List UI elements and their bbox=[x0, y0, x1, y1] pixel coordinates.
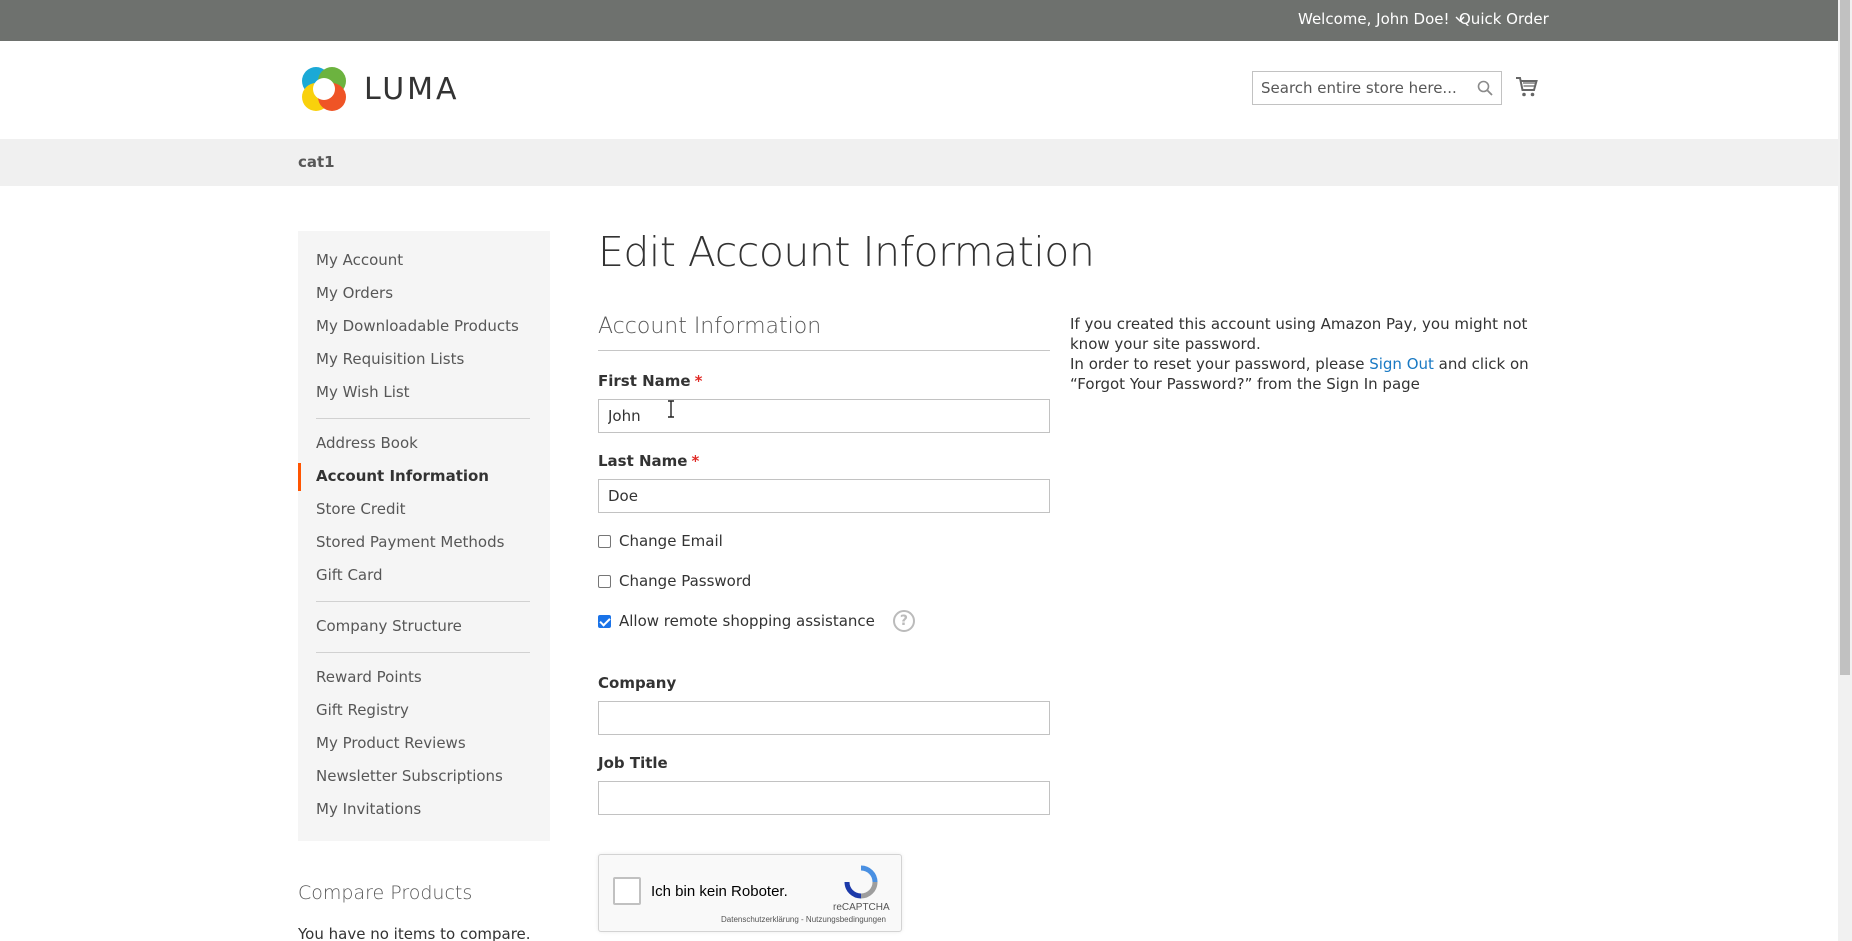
note-line-1: If you created this account using Amazon… bbox=[1070, 315, 1528, 353]
recaptcha-label: Ich bin kein Roboter. bbox=[651, 883, 788, 900]
amazon-pay-note: If you created this account using Amazon… bbox=[1070, 314, 1540, 394]
recaptcha-links[interactable]: Datenschutzerklärung - Nutzungsbedingung… bbox=[721, 915, 886, 924]
sidebar-item-wish-list[interactable]: My Wish List bbox=[316, 383, 410, 401]
compare-products-title: Compare Products bbox=[298, 882, 473, 904]
sidebar-item-store-credit[interactable]: Store Credit bbox=[316, 500, 406, 518]
change-email-option[interactable]: Change Email bbox=[598, 532, 723, 550]
sidebar-item-company-structure[interactable]: Company Structure bbox=[316, 617, 462, 635]
sidebar-item-reward-points[interactable]: Reward Points bbox=[316, 668, 422, 686]
sidebar-divider bbox=[316, 418, 530, 419]
sidebar-item-gift-card[interactable]: Gift Card bbox=[316, 566, 383, 584]
sign-out-link[interactable]: Sign Out bbox=[1369, 355, 1434, 373]
sidebar-item-product-reviews[interactable]: My Product Reviews bbox=[316, 734, 466, 752]
job-title-field[interactable] bbox=[599, 782, 1049, 814]
logo-text: LUMA bbox=[364, 71, 460, 107]
logo[interactable]: LUMA bbox=[298, 63, 460, 115]
page-scrollbar[interactable] bbox=[1838, 0, 1852, 941]
search-icon[interactable] bbox=[1477, 80, 1493, 96]
first-name-label: First Name * bbox=[598, 372, 702, 390]
note-line-2: In order to reset your password, please … bbox=[1070, 354, 1540, 394]
sidebar-item-stored-payment-methods[interactable]: Stored Payment Methods bbox=[316, 533, 504, 551]
scrollbar-thumb[interactable] bbox=[1840, 0, 1850, 675]
company-field-wrap bbox=[598, 701, 1050, 735]
luma-logo-icon bbox=[302, 67, 346, 111]
account-sidebar: My Account My Orders My Downloadable Pro… bbox=[298, 231, 550, 841]
sidebar-item-newsletter-subscriptions[interactable]: Newsletter Subscriptions bbox=[316, 767, 503, 785]
sidebar-item-my-invitations[interactable]: My Invitations bbox=[316, 800, 421, 818]
recaptcha-logo-icon bbox=[844, 865, 878, 899]
compare-empty-text: You have no items to compare. bbox=[298, 925, 531, 941]
remote-assistance-label: Allow remote shopping assistance bbox=[619, 612, 875, 630]
top-bar: Welcome, John Doe! Quick Order bbox=[0, 0, 1838, 41]
change-email-checkbox[interactable] bbox=[598, 534, 611, 548]
remote-assistance-checkbox[interactable] bbox=[598, 614, 611, 628]
change-password-label: Change Password bbox=[619, 572, 752, 590]
nav-item-cat1[interactable]: cat1 bbox=[298, 153, 335, 171]
welcome-text: Welcome, John Doe! bbox=[1298, 10, 1450, 28]
sidebar-item-address-book[interactable]: Address Book bbox=[316, 434, 418, 452]
recaptcha-widget: Ich bin kein Roboter. reCAPTCHA Datensch… bbox=[598, 854, 902, 932]
sidebar-divider bbox=[316, 652, 530, 653]
last-name-label-text: Last Name bbox=[598, 452, 688, 470]
section-divider bbox=[598, 350, 1050, 351]
category-nav: cat1 bbox=[0, 139, 1838, 186]
required-marker: * bbox=[694, 372, 703, 390]
sidebar-item-account-information[interactable]: Account Information bbox=[316, 467, 489, 485]
quick-order-link[interactable]: Quick Order bbox=[1459, 10, 1549, 28]
cart-icon[interactable] bbox=[1515, 75, 1539, 99]
welcome-menu[interactable]: Welcome, John Doe! bbox=[1298, 10, 1466, 28]
first-name-label-text: First Name bbox=[598, 372, 691, 390]
company-field[interactable] bbox=[599, 702, 1049, 734]
site-header: LUMA bbox=[0, 41, 1838, 139]
change-password-option[interactable]: Change Password bbox=[598, 572, 751, 590]
sidebar-divider bbox=[316, 601, 530, 602]
sidebar-item-my-orders[interactable]: My Orders bbox=[316, 284, 393, 302]
note-text: In order to reset your password, please bbox=[1070, 355, 1370, 373]
required-marker: * bbox=[691, 452, 700, 470]
change-email-label: Change Email bbox=[619, 532, 723, 550]
sidebar-item-gift-registry[interactable]: Gift Registry bbox=[316, 701, 409, 719]
change-password-checkbox[interactable] bbox=[598, 574, 611, 588]
recaptcha-checkbox[interactable] bbox=[613, 877, 641, 905]
section-title: Account Information bbox=[598, 314, 822, 339]
help-icon[interactable]: ? bbox=[892, 610, 915, 632]
active-indicator bbox=[298, 463, 301, 491]
page-title: Edit Account Information bbox=[598, 228, 1095, 276]
job-title-field-wrap bbox=[598, 781, 1050, 815]
search-input[interactable] bbox=[1253, 72, 1463, 104]
recaptcha-brand: reCAPTCHA bbox=[833, 902, 890, 913]
company-label: Company bbox=[598, 674, 677, 692]
search-box bbox=[1252, 71, 1502, 105]
sidebar-item-my-account[interactable]: My Account bbox=[316, 251, 403, 269]
remote-assistance-option[interactable]: Allow remote shopping assistance ? bbox=[598, 610, 915, 632]
sidebar-item-downloadable-products[interactable]: My Downloadable Products bbox=[316, 317, 519, 335]
last-name-label: Last Name * bbox=[598, 452, 699, 470]
last-name-field-wrap bbox=[598, 479, 1050, 513]
job-title-label: Job Title bbox=[598, 754, 668, 772]
last-name-field[interactable] bbox=[599, 480, 1049, 512]
text-cursor-icon bbox=[668, 400, 674, 418]
sidebar-item-requisition-lists[interactable]: My Requisition Lists bbox=[316, 350, 464, 368]
